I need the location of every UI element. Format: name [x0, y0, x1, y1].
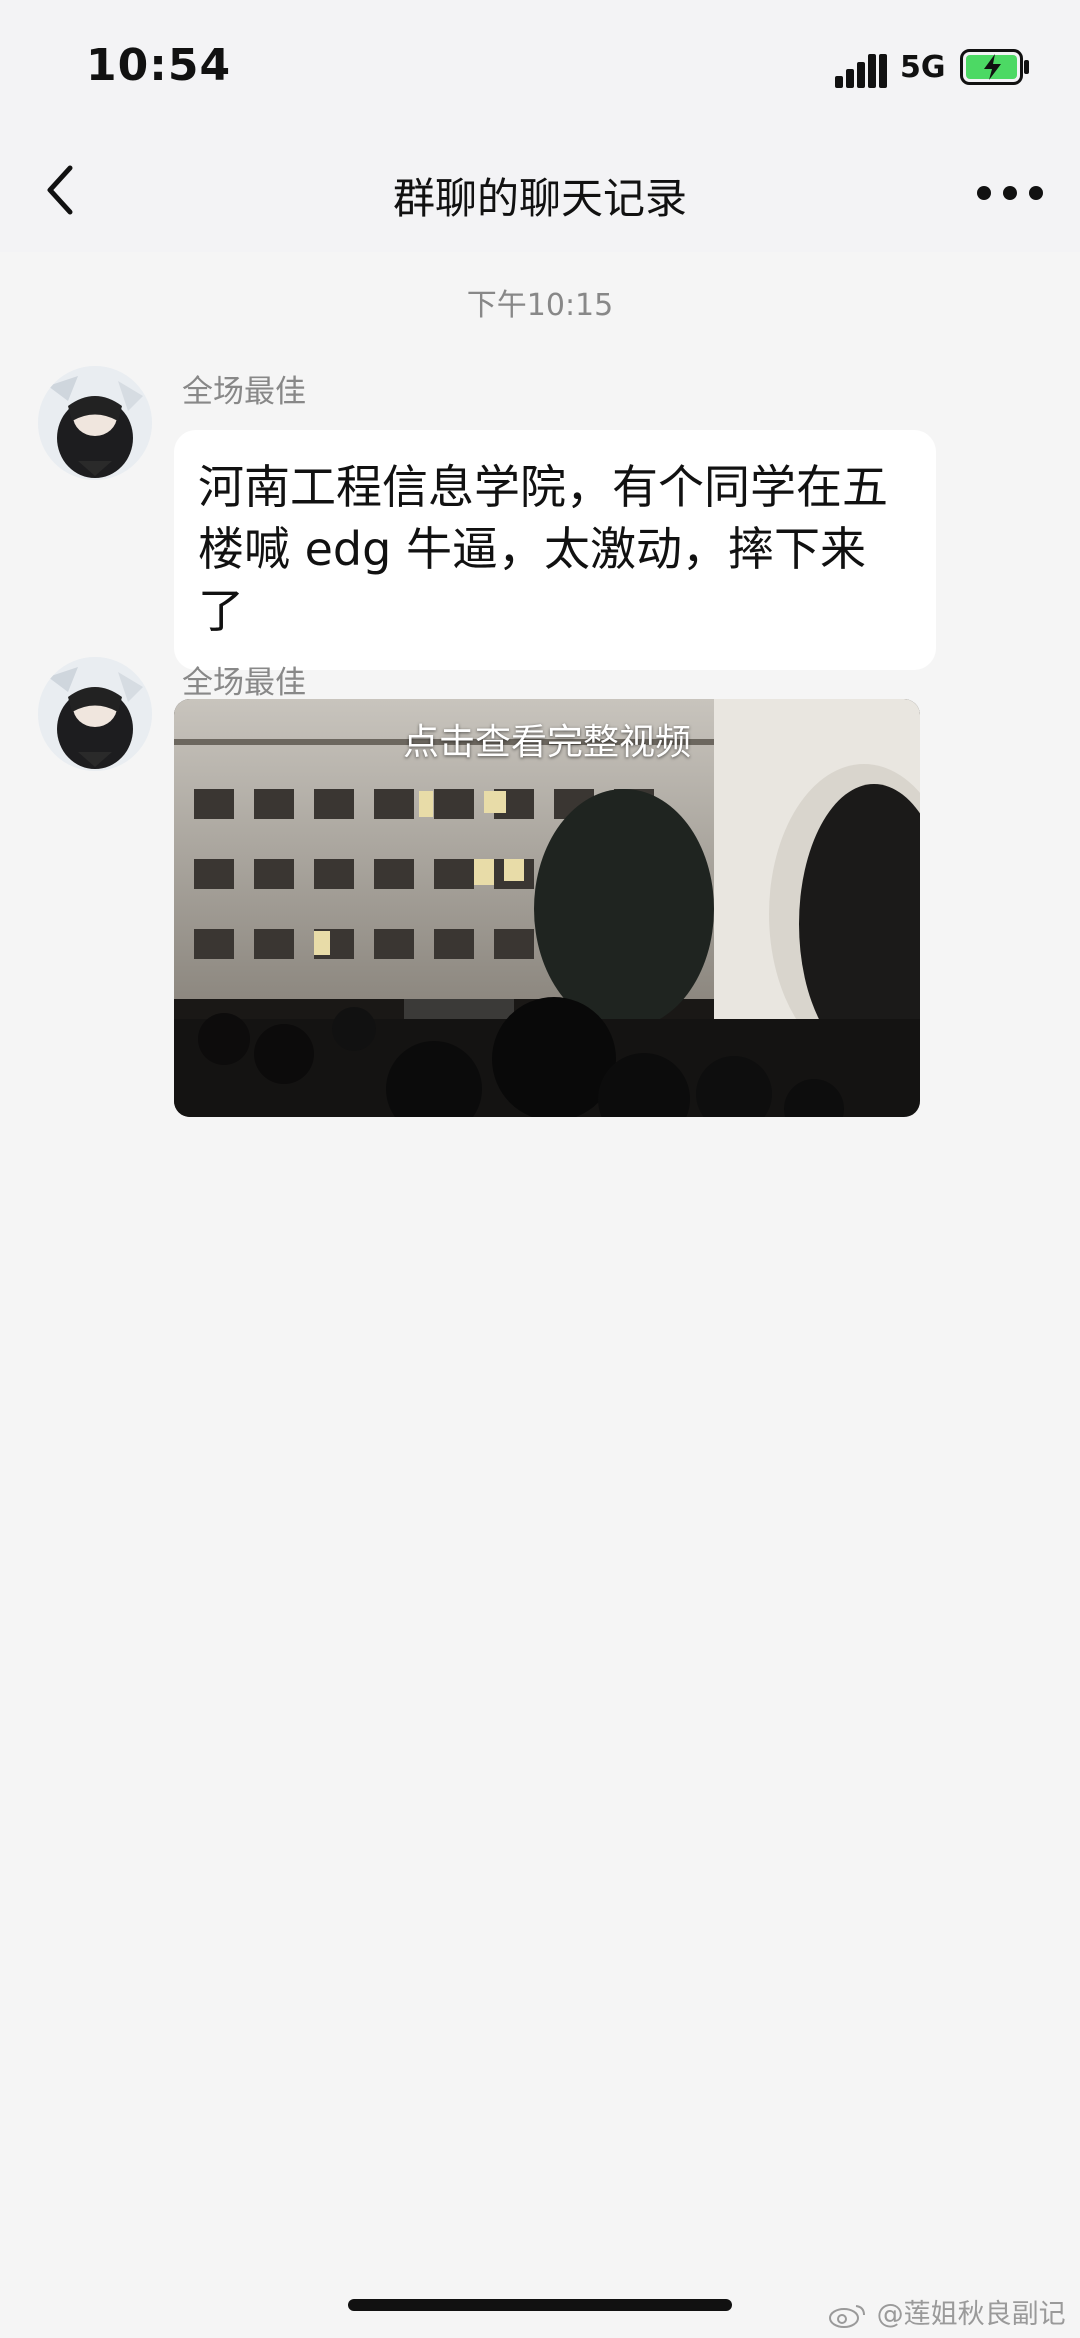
weibo-logo-icon	[829, 2304, 865, 2328]
watermark-text: @莲姐秋良副记	[876, 2299, 1066, 2330]
home-indicator[interactable]	[348, 2299, 732, 2311]
network-type: 5G	[900, 50, 946, 85]
page-title: 群聊的聊天记录	[392, 174, 687, 223]
signal-icon	[835, 54, 887, 88]
status-time: 10:54	[86, 40, 232, 91]
status-bar: 10:54 5G	[0, 0, 1080, 130]
video-caption: 点击查看完整视频	[402, 722, 691, 763]
watermark: @莲姐秋良副记	[828, 2292, 1076, 2331]
more-dots-icon[interactable]	[976, 180, 1044, 206]
battery-charging-icon	[960, 49, 1029, 85]
nav-bar: 群聊的聊天记录	[0, 130, 1080, 252]
chat-timestamp: 下午10:15	[466, 288, 614, 323]
sender-name: 全场最佳	[182, 665, 306, 701]
sender-name: 全场最佳	[182, 374, 306, 410]
avatar[interactable]	[38, 657, 152, 771]
message-bubble[interactable]: 河南工程信息学院，有个同学在五楼喊 edg 牛逼，太激动，摔下来了	[174, 430, 936, 670]
video-thumbnail[interactable]: 点击查看完整视频	[174, 699, 920, 1117]
avatar[interactable]	[38, 366, 152, 480]
